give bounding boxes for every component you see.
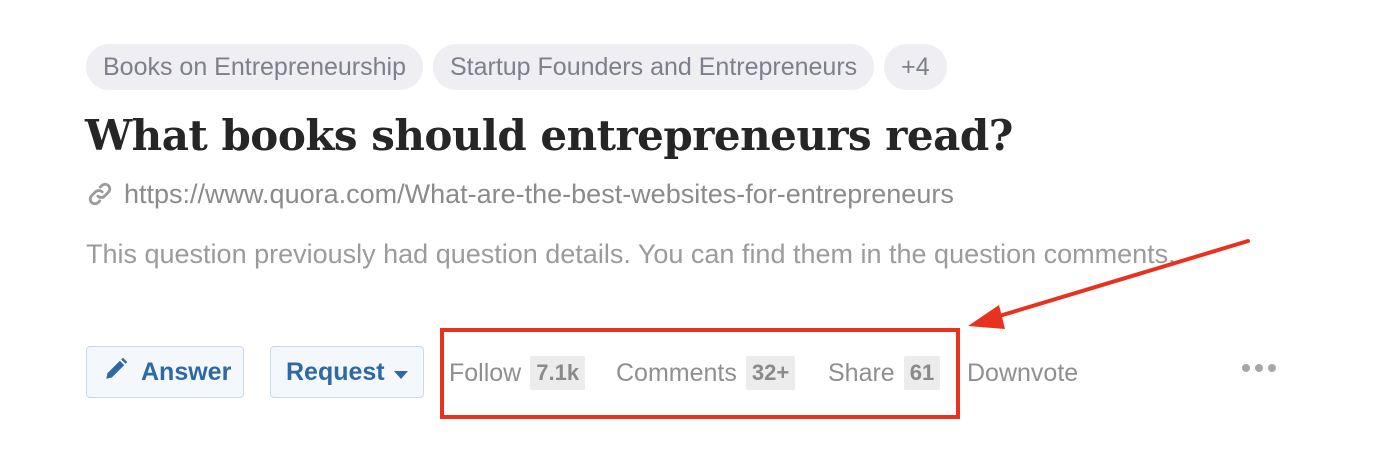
link-icon — [86, 180, 114, 208]
request-button[interactable]: Request — [270, 346, 424, 398]
topic-pill-books-on-entrepreneurship[interactable]: Books on Entrepreneurship — [86, 44, 423, 90]
more-options-button[interactable] — [1242, 364, 1276, 372]
downvote-label: Downvote — [967, 358, 1079, 387]
follow-label: Follow — [449, 358, 522, 387]
share-count-badge: 61 — [903, 356, 941, 390]
question-card: Books on Entrepreneurship Startup Founde… — [0, 0, 1394, 454]
pencil-icon — [103, 356, 129, 389]
topic-pill-startup-founders[interactable]: Startup Founders and Entrepreneurs — [432, 44, 875, 90]
topic-list: Books on Entrepreneurship Startup Founde… — [86, 44, 947, 90]
ellipsis-icon — [1268, 364, 1276, 372]
topic-pill-more[interactable]: +4 — [884, 44, 947, 90]
request-button-label: Request — [286, 357, 385, 386]
share-label: Share — [828, 358, 895, 387]
question-url[interactable]: https://www.quora.com/What-are-the-best-… — [124, 176, 954, 212]
downvote-button[interactable]: Downvote — [967, 346, 1078, 400]
share-button[interactable]: Share 61 — [828, 346, 941, 400]
follow-button[interactable]: Follow 7.1k — [449, 346, 586, 400]
question-details: This question previously had question de… — [86, 239, 1176, 269]
ellipsis-icon — [1255, 364, 1263, 372]
comments-button[interactable]: Comments 32+ — [616, 346, 796, 400]
follow-count-badge: 7.1k — [530, 356, 586, 390]
question-title[interactable]: What books should entrepreneurs read? — [85, 108, 1013, 164]
comments-label: Comments — [616, 358, 737, 387]
answer-button-label: Answer — [141, 357, 232, 386]
ellipsis-icon — [1242, 364, 1250, 372]
answer-button[interactable]: Answer — [86, 346, 244, 398]
question-url-row[interactable]: https://www.quora.com/What-are-the-best-… — [86, 176, 954, 212]
caret-down-icon — [393, 358, 408, 387]
action-bar: Answer Request Follow 7.1k Comments 32+ … — [86, 346, 1286, 400]
comments-count-badge: 32+ — [745, 356, 796, 390]
